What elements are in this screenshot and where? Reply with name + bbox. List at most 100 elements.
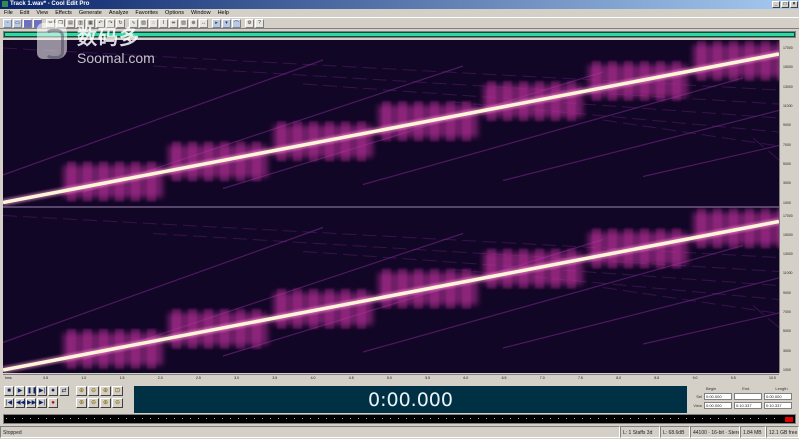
menu-effects[interactable]: Effects [55,9,72,17]
save-icon[interactable] [23,18,32,28]
frequency-tick-label: 11000 [783,271,793,276]
zoom-in-horizontal-icon[interactable]: ⊕ [76,386,87,396]
help-icon[interactable]: ? [255,18,264,28]
maximize-button[interactable]: □ [781,1,789,8]
harmonic-block [608,60,617,101]
selection-end-field[interactable] [734,393,762,400]
minimize-button[interactable]: _ [772,1,780,8]
harmonic-block [761,40,770,81]
view-length-field[interactable]: 0:10.337 [764,402,792,409]
selection-begin-field[interactable]: 0:00.000 [704,393,732,400]
harmonic-block [487,81,496,122]
go-to-start-button[interactable]: |◀ [4,398,14,408]
app-icon [2,1,8,7]
view-row: View 0:00.000 0:10.337 0:10.337 [692,401,796,410]
timeline-tick-label: 3.5 [272,376,278,380]
harmonic-block [398,268,407,309]
frequency-ruler: 17000 15000 13000 11000 9000 7000 5000 3000 1000… [779,40,796,373]
harmonic-block [341,121,350,162]
play-to-end-button[interactable]: ▶| [37,386,47,396]
menu-edit[interactable]: Edit [20,9,29,17]
frequency-tick-label: 13000 [783,252,793,257]
menu-options[interactable]: Options [165,9,184,17]
play-head-icon[interactable]: ▸ [212,18,221,28]
timeline-tick-label: 2.0 [157,376,163,380]
harmonic-block [567,248,576,289]
rewind-button[interactable]: ◀◀ [15,398,25,408]
watermark-english-text: Soomal.com [77,50,155,66]
watermark-chinese-text: 数码多 [77,25,140,49]
frequency-tick-label: 3000 [783,181,791,186]
level-meter [3,414,796,424]
frequency-tick-label: 17000 [783,213,793,218]
select-time-icon[interactable]: ⇹ [169,18,178,28]
frequency-tick-label: 17000 [783,46,793,50]
zoom-tool-icon[interactable]: ⊕ [189,18,198,28]
go-to-end-button[interactable]: ▶| [37,398,47,408]
harmonic-block [592,60,601,101]
window-controls: _ □ × [772,1,798,8]
open-icon[interactable]: ▭ [13,18,22,28]
zoom-out-horizontal-icon[interactable]: ⊖ [88,386,99,396]
status-field-5: 12.1 GB free [766,426,799,438]
selection-view-panel: Begin End Length Sel 0:00.000 0:00.000 V… [692,386,796,413]
harmonic-block [252,308,261,349]
menu-generate[interactable]: Generate [79,9,102,17]
selection-length-field[interactable]: 0:00.000 [764,393,792,400]
menu-window[interactable]: Window [191,9,211,17]
frequency-tick-label: 5000 [783,329,791,334]
zoom-to-right-icon[interactable]: ⊖ [88,398,99,408]
harmonic-block [503,248,512,289]
menu-favorites[interactable]: Favorites [135,9,158,17]
menu-analyze[interactable]: Analyze [109,9,129,17]
zoom-in-vertical-icon[interactable]: ⊕ [100,398,111,408]
envelope-icon[interactable]: ⌒ [232,18,241,28]
timeline-tick-label: 7.0 [539,376,545,380]
select-spectral-icon[interactable]: ▨ [179,18,188,28]
frequency-tick-label: 13000 [783,84,793,89]
clip-indicator[interactable] [785,417,793,422]
menu-help[interactable]: Help [218,9,229,17]
harmonic-block [277,288,286,329]
record-button[interactable]: ● [48,398,58,408]
view-row-label: View [693,403,702,408]
fast-forward-button[interactable]: ▶▶ [26,398,36,408]
status-bar: Stopped L: 1 Staffs 3d L: 68.6dB 44100 ·… [0,426,799,439]
harmonic-block [697,208,706,249]
harmonic-block [487,248,496,289]
stop-button[interactable]: ■ [4,386,14,396]
menu-view[interactable]: View [36,9,48,17]
settings-icon[interactable]: ⚙ [245,18,254,28]
harmonic-block [147,161,156,202]
timeline-tick-label: 2.5 [196,376,201,380]
zoom-to-left-icon[interactable]: ⊕ [76,398,87,408]
zoom-selection-icon[interactable]: ⊡ [112,386,123,396]
new-file-icon[interactable]: ▫ [3,18,12,28]
harmonic-block [672,228,681,269]
loop-mode-button[interactable]: ⇄ [59,386,69,396]
status-field-3: 44100 · 16-bit · Stereo [690,426,740,438]
menu-file[interactable]: File [4,9,13,17]
markers-icon[interactable]: ▾ [222,18,231,28]
view-begin-field[interactable]: 0:00.000 [704,402,732,409]
harmonic-block [172,308,181,349]
scrub-icon[interactable]: ↔ [199,18,208,28]
play-button[interactable]: ▶ [15,386,25,396]
timeline-ruler[interactable]: hms 0.5 1.0 1.5 2.0 2.5 3.0 3.5 4.0 4.5 5.0 5.5 6.0 6… [3,374,779,384]
frequency-tick-label: 7000 [783,310,791,315]
harmonic-block [713,40,722,81]
close-button[interactable]: × [790,1,798,8]
frequency-tick-label: 9000 [783,290,791,295]
status-state: Stopped [0,426,620,438]
zoom-full-icon[interactable]: ⊕ [100,386,111,396]
timeline-tick-label: 5.5 [425,376,431,380]
view-end-field[interactable]: 0:10.337 [734,402,762,409]
play-looped-button[interactable]: ⏺ [48,386,58,396]
frequency-tick-label: 1000 [783,368,791,372]
harmonic-block [341,288,350,329]
frequency-tick-label: 7000 [783,142,791,147]
spectrogram-view[interactable] [3,40,779,373]
zoom-out-vertical-icon[interactable]: ⊖ [112,398,123,408]
pause-button[interactable]: ❚❚ [26,386,37,396]
length-header: Length [775,386,788,391]
